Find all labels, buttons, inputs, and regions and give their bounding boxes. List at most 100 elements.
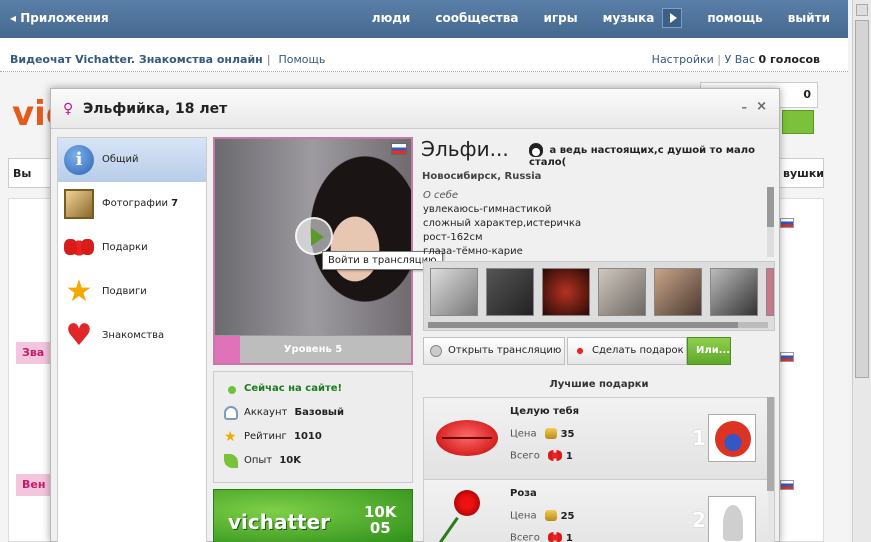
gift-bow-icon <box>547 450 562 461</box>
stats-box: Сейчас на сайте! Аккаунт Базовый ★ Рейти… <box>213 371 413 483</box>
online-text: Сейчас на сайте! <box>244 383 343 394</box>
flag-icon <box>780 352 794 362</box>
broadcast-icon <box>430 345 442 357</box>
rose-icon <box>454 490 480 516</box>
thumbs-scrollbar[interactable] <box>428 322 768 328</box>
photo-thumbnail[interactable] <box>486 268 534 316</box>
tongue-flag-icon <box>715 421 751 457</box>
gift-name: Роза <box>510 488 537 499</box>
open-broadcast-button[interactable]: Открыть трансляцию <box>423 337 565 365</box>
account-row: Аккаунт Базовый <box>224 402 402 426</box>
online-status: Сейчас на сайте! <box>224 378 402 402</box>
experience-leaf-icon <box>224 454 238 468</box>
experience-label: Опыт <box>244 455 273 466</box>
photo-thumbnail[interactable] <box>542 268 590 316</box>
coin-icon <box>544 428 557 439</box>
gifts-scrollbar[interactable] <box>767 397 774 491</box>
minimize-button[interactable]: – <box>742 101 748 114</box>
photo-thumbnail[interactable] <box>598 268 646 316</box>
music-play-icon[interactable] <box>662 8 683 28</box>
price-label: Цена <box>510 510 537 522</box>
bg-right-button[interactable]: вушки <box>778 158 824 188</box>
sidebar-item-label: Фотографии <box>102 198 168 209</box>
sidebar-item-dating[interactable]: ♥ Знакомства <box>58 314 206 358</box>
sidebar-item-general[interactable]: i Общий <box>58 138 206 182</box>
banner-line-1: 10K <box>364 503 397 521</box>
photo-thumbnail[interactable] <box>766 268 774 316</box>
gift-name: Целую тебя <box>510 406 580 417</box>
about-scrollbar[interactable] <box>767 187 774 257</box>
nav-music[interactable]: музыка <box>603 11 655 28</box>
bg-user-label[interactable]: Вен <box>16 474 52 496</box>
vichatter-banner[interactable]: vichatter 10K 05 <box>213 489 413 542</box>
photo-thumbnail[interactable] <box>654 268 702 316</box>
female-icon: ♀ <box>63 101 74 117</box>
gift-item[interactable]: Роза Цена 25 Всего 1 2 <box>424 480 768 542</box>
bg-user-label[interactable]: Зва <box>16 342 52 364</box>
top-nav-menu: люди сообщества игры музыка помощь выйти <box>347 8 830 28</box>
thumbs-scroll-thumb[interactable] <box>428 322 738 328</box>
bg-green-button[interactable] <box>782 110 814 134</box>
make-gift-button[interactable]: Сделать подарок <box>567 337 687 365</box>
sidebar-item-label: Знакомства <box>102 330 165 341</box>
scroll-thumb[interactable] <box>855 20 869 378</box>
level-label: Уровень 5 <box>283 344 343 355</box>
photo-thumbnail[interactable] <box>430 268 478 316</box>
price-value: 35 <box>560 428 575 440</box>
rating-star-icon: ★ <box>224 429 237 445</box>
about-line: глаза-тёмно-карие <box>423 246 523 257</box>
photo-thumbnail[interactable] <box>710 268 758 316</box>
nav-games[interactable]: игры <box>544 11 578 28</box>
nav-communities[interactable]: сообщества <box>435 11 518 28</box>
banner-logo: vichatter <box>228 510 331 534</box>
bg-left-button[interactable]: Вы <box>8 158 52 188</box>
gift-sender-avatar[interactable] <box>708 414 756 462</box>
banner-line-2: 05 <box>369 519 391 537</box>
sidebar-item-gifts[interactable]: Подарки <box>58 226 206 270</box>
sidebar-item-label: Подарки <box>102 242 148 253</box>
account-label: Аккаунт <box>244 407 288 418</box>
about-scroll-thumb[interactable] <box>767 187 774 227</box>
page-title-text[interactable]: Видеочат Vichatter. Знакомства онлайн <box>10 53 263 66</box>
star-icon: ★ <box>65 274 93 309</box>
nav-exit[interactable]: выйти <box>788 11 830 28</box>
help-link[interactable]: Помощь <box>279 53 326 66</box>
gift-sender-avatar[interactable] <box>708 496 756 542</box>
top-gifts-list: Целую тебя Цена 35 Всего 1 1 Роза Цена 25 В… <box>423 397 775 542</box>
penguin-icon <box>529 143 543 157</box>
rating-label: Рейтинг <box>244 431 287 442</box>
profile-name: Эльфи... <box>421 137 509 161</box>
profile-sidebar: i Общий Фотографии 7 Подарки ★ Подвиги ♥… <box>57 137 207 542</box>
sidebar-item-label: Подвиги <box>102 286 147 297</box>
more-button[interactable]: Или... <box>687 337 731 365</box>
russia-flag-icon <box>391 143 407 155</box>
account-value: Базовый <box>294 407 344 418</box>
gift-price: Цена 35 <box>510 428 575 440</box>
profile-city: Новосибирск, Russia <box>422 171 542 182</box>
scroll-up-arrow-icon[interactable] <box>856 4 868 16</box>
rating-row: ★ Рейтинг 1010 <box>224 426 402 450</box>
close-button[interactable]: × <box>756 99 767 114</box>
bg-right-panel <box>778 198 824 542</box>
sidebar-item-photos[interactable]: Фотографии 7 <box>58 182 206 226</box>
gift-total: Всего 1 <box>510 532 573 542</box>
gift-icon <box>64 233 94 263</box>
apps-back-link[interactable]: ◂ Приложения <box>10 11 109 25</box>
nav-help[interactable]: помощь <box>707 11 762 28</box>
top-gifts-title: Лучшие подарки <box>549 379 649 390</box>
about-line: рост-162см <box>423 232 483 243</box>
page-scrollbar[interactable] <box>852 0 871 542</box>
page-header: Видеочат Vichatter. Знакомства онлайн | … <box>0 38 848 72</box>
nav-people[interactable]: люди <box>372 11 411 28</box>
top-navbar: ◂ Приложения люди сообщества игры музыка… <box>0 0 848 38</box>
rose-stem <box>432 516 459 542</box>
coin-icon <box>544 510 557 521</box>
settings-link[interactable]: Настройки <box>652 53 714 66</box>
price-value: 25 <box>560 510 575 522</box>
gift-item[interactable]: Целую тебя Цена 35 Всего 1 1 <box>424 398 768 480</box>
gift-price: Цена 25 <box>510 510 575 522</box>
account-icon <box>224 406 238 420</box>
status-text: а ведь настоящих,с душой то мало стало( <box>529 145 755 168</box>
sidebar-item-achievements[interactable]: ★ Подвиги <box>58 270 206 314</box>
play-broadcast-icon[interactable] <box>295 217 333 255</box>
